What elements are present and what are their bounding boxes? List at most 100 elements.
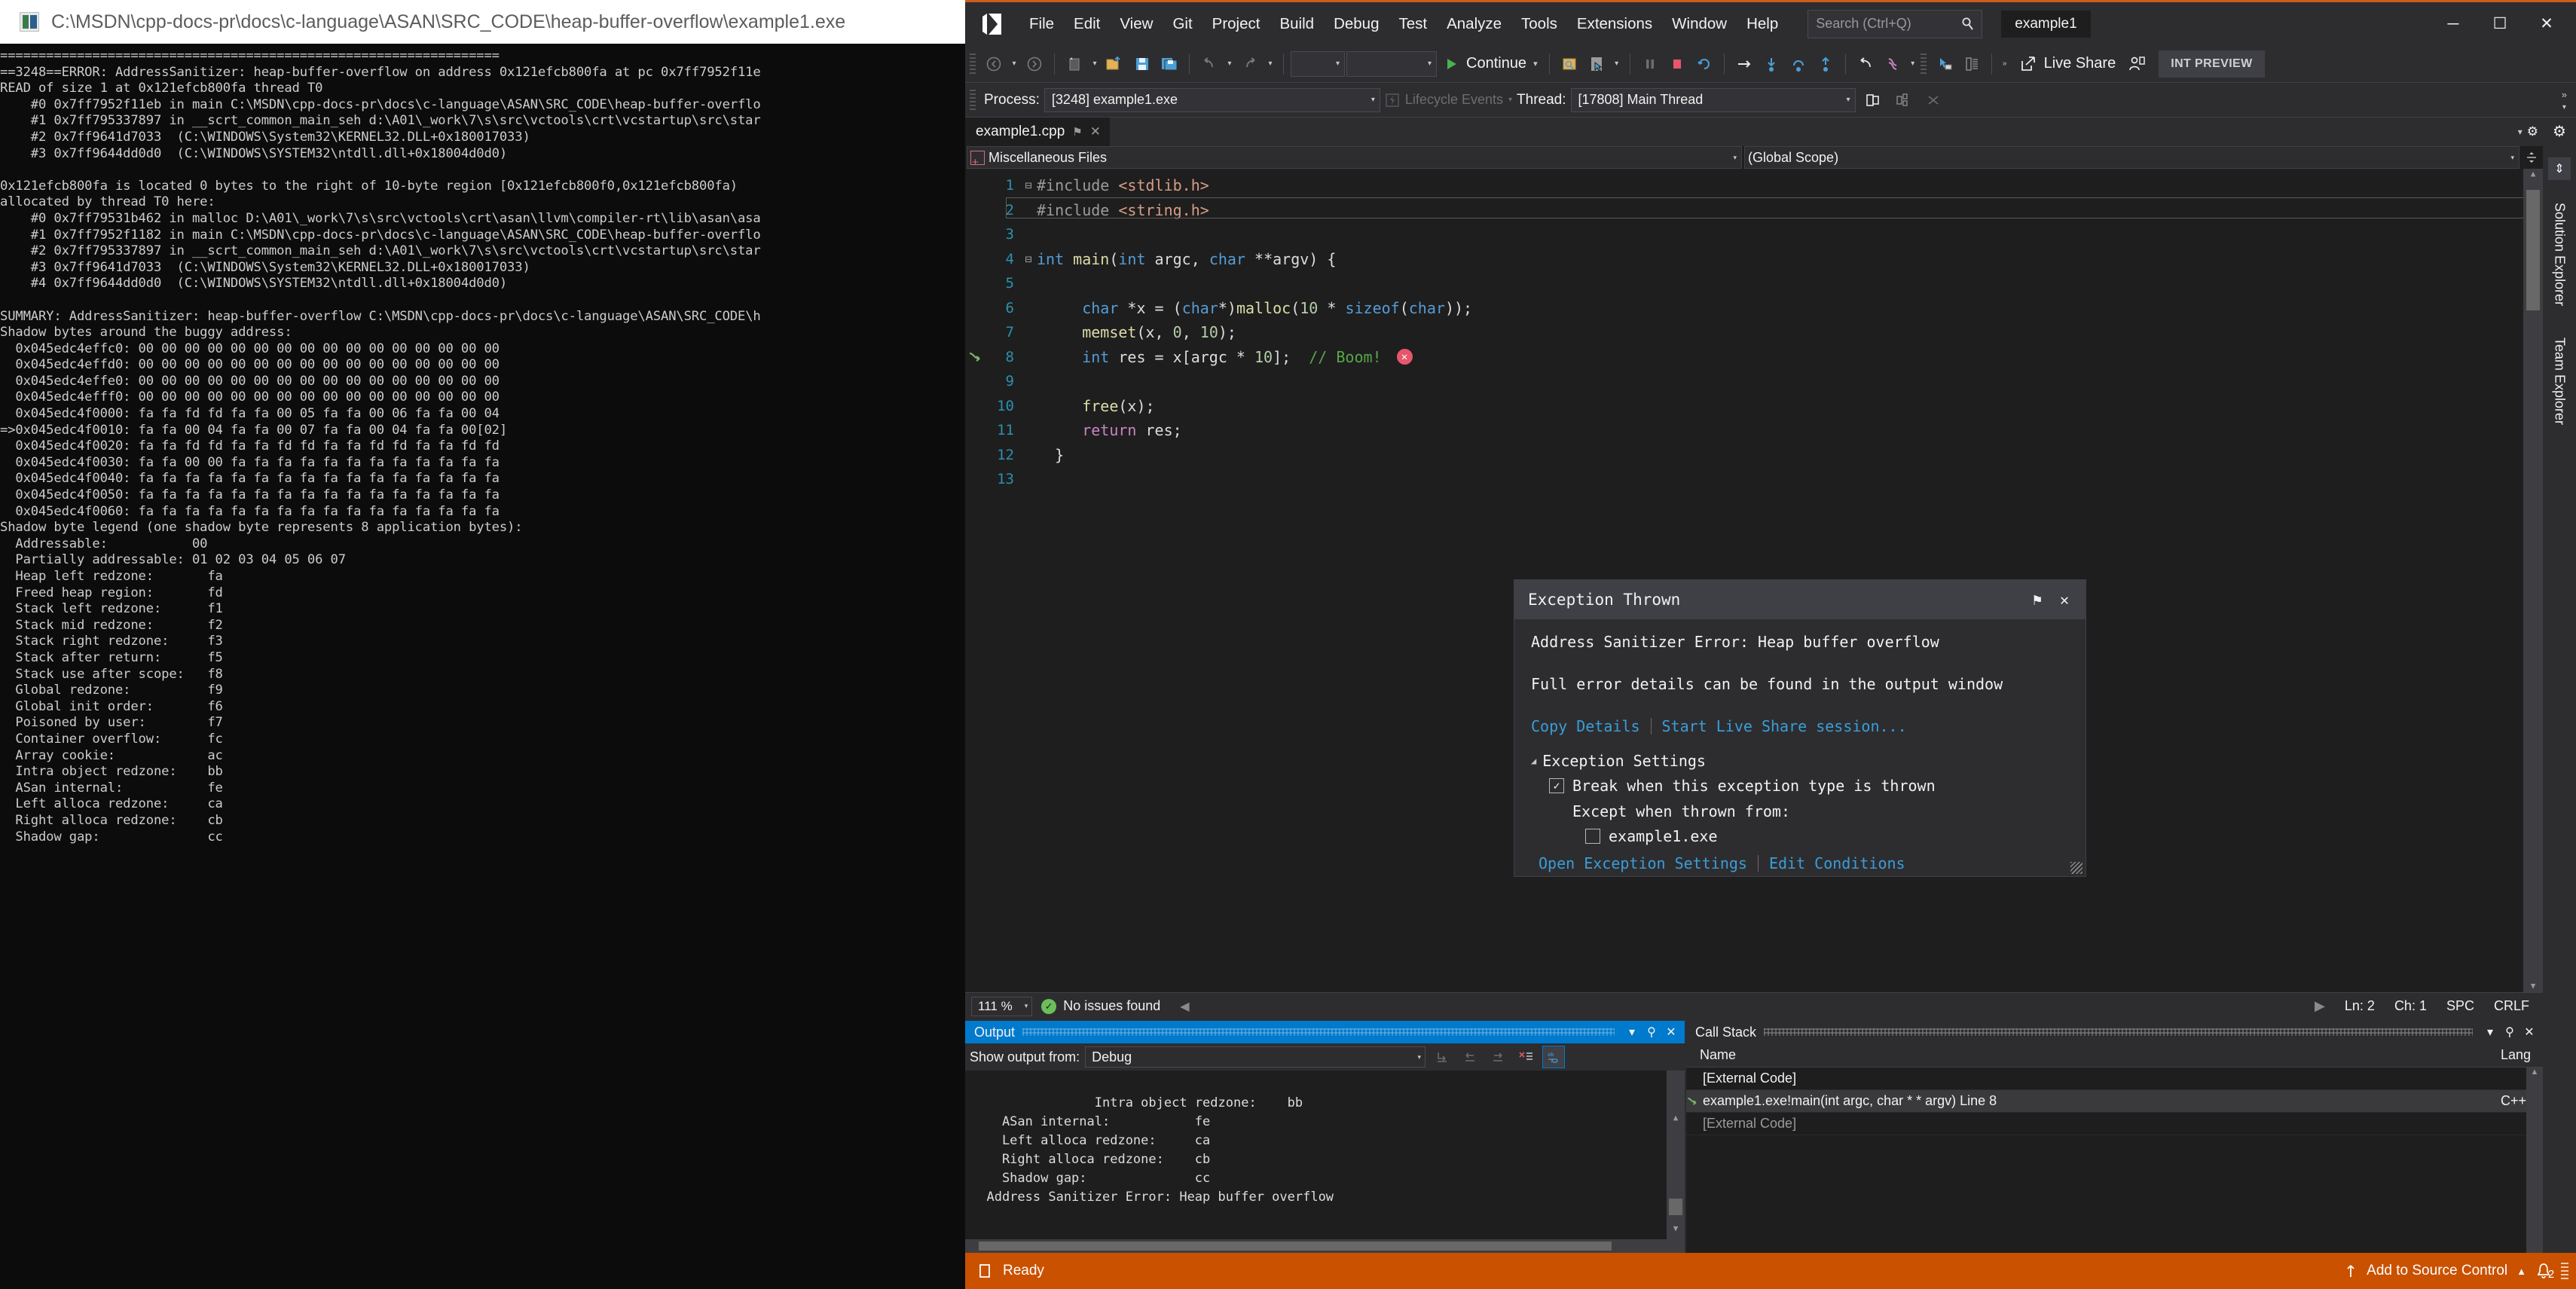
output-vertical-scrollbar[interactable]: ▲ ▼ [1667, 1071, 1685, 1239]
next-issue-icon[interactable]: ▶ [2315, 998, 2325, 1014]
copy-details-link[interactable]: Copy Details [1531, 717, 1640, 735]
previous-issue-icon[interactable]: ◀ [1180, 999, 1189, 1014]
stack-frame-icon[interactable] [1860, 86, 1886, 115]
member-scope-combo[interactable]: (Global Scope) ▾ [1744, 146, 2519, 169]
drag-handle[interactable] [1764, 1028, 2473, 1036]
split-view-icon[interactable] [2522, 146, 2541, 169]
call-stack-table[interactable]: Name Lang [External Code] example1.exe!ma… [1686, 1043, 2543, 1253]
toolbar-grip[interactable] [1920, 53, 1927, 75]
thread-combo[interactable]: [17808] Main Thread ▾ [1570, 87, 1856, 112]
parallel-stacks-icon[interactable] [1890, 86, 1916, 115]
save-icon[interactable] [1129, 50, 1155, 78]
redo-dropdown-icon[interactable]: ▾ [1264, 50, 1276, 78]
chevron-down-icon[interactable]: ▾ [1622, 1022, 1642, 1042]
close-icon[interactable]: ✕ [1090, 124, 1101, 139]
menu-item-window[interactable]: Window [1662, 11, 1737, 38]
menu-item-build[interactable]: Build [1270, 11, 1324, 38]
pin-icon[interactable]: ⚑ [2024, 586, 2051, 613]
lifecycle-events-button[interactable]: Lifecycle Events ▾ [1385, 92, 1512, 108]
new-project-dropdown-icon[interactable]: ▾ [1089, 50, 1101, 78]
navigate-backward-icon[interactable] [981, 50, 1007, 78]
gear-icon[interactable]: ⚙ [2553, 122, 2566, 141]
menu-item-extensions[interactable]: Extensions [1567, 11, 1662, 38]
resize-grip[interactable] [2561, 1263, 2568, 1279]
menu-item-test[interactable]: Test [1389, 11, 1437, 38]
editor-line[interactable]: 13 [965, 467, 2523, 492]
process-combo[interactable]: [3248] example1.exe ▾ [1044, 87, 1380, 112]
toolbar-overflow-chevron-icon[interactable]: » [1999, 50, 2011, 78]
menu-item-tools[interactable]: Tools [1511, 11, 1567, 38]
pin-icon[interactable]: ⚲ [1642, 1022, 1661, 1042]
thread-marker-icon[interactable] [1921, 86, 1946, 115]
call-stack-row[interactable]: [External Code] [1686, 1068, 2543, 1090]
menu-item-view[interactable]: View [1110, 11, 1163, 38]
fold-toggle-icon[interactable]: ⊟ [1020, 252, 1037, 266]
attach-to-process-icon[interactable] [1557, 50, 1582, 78]
zoom-level-combo[interactable]: 111 % ▾ [971, 996, 1033, 1016]
edit-conditions-link[interactable]: Edit Conditions [1769, 854, 1905, 872]
hot-reload-dropdown-icon[interactable]: ▾ [1907, 50, 1919, 78]
menu-item-file[interactable]: File [1019, 11, 1064, 38]
menu-item-debug[interactable]: Debug [1324, 11, 1389, 38]
debug-dropdown-icon[interactable]: ▾ [2562, 103, 2566, 111]
break-when-thrown-row[interactable]: ✓ Break when this exception type is thro… [1549, 777, 2069, 795]
chevron-up-icon[interactable]: ▲ [2516, 1266, 2526, 1277]
close-icon[interactable]: ✕ [1661, 1022, 1681, 1042]
issues-status[interactable]: ✓ No issues found [1041, 998, 1160, 1014]
resize-grip[interactable] [2070, 862, 2082, 874]
toolbar-overflow-icon[interactable]: ▾ [1611, 50, 1623, 78]
editor-line[interactable]: 10 free(x); [965, 394, 2523, 419]
previous-message-icon[interactable] [1459, 1046, 1481, 1068]
solution-platform-combo[interactable]: ▾ [1346, 50, 1437, 77]
code-editor[interactable]: 1 ⊟ #include <stdlib.h> 2 #include <string.h… [965, 169, 2543, 992]
call-stack-row[interactable]: [External Code] [1686, 1113, 2543, 1135]
add-to-source-control-button[interactable]: Add to Source Control [2367, 1263, 2507, 1279]
new-project-icon[interactable] [1062, 50, 1087, 78]
step-out-icon[interactable] [1813, 50, 1838, 78]
editor-line[interactable]: 1 ⊟ #include <stdlib.h> [965, 173, 2523, 198]
show-next-statement-icon[interactable] [1731, 50, 1757, 78]
editor-line[interactable]: 7 memset(x, 0, 10); [965, 320, 2523, 345]
error-marker-icon[interactable]: ✕ [1396, 349, 1413, 365]
pin-icon[interactable]: ⚲ [2500, 1022, 2519, 1042]
show-output-from-combo[interactable]: Debug ▾ [1085, 1046, 1426, 1068]
exe-exclusion-checkbox[interactable] [1585, 829, 1600, 844]
toolbar-grip[interactable] [970, 53, 976, 75]
tab-example1-cpp[interactable]: example1.cpp ⚑ ✕ [965, 118, 1110, 146]
tab-team-explorer[interactable]: Team Explorer [2550, 328, 2569, 434]
project-scope-combo[interactable]: Miscellaneous Files ▾ [967, 146, 1742, 169]
xaml-binding-failures-icon[interactable] [1959, 50, 1985, 78]
menu-item-project[interactable]: Project [1202, 11, 1270, 38]
scrollbar-thumb[interactable] [1669, 1199, 1682, 1215]
hot-reload-icon[interactable] [1880, 50, 1905, 78]
exception-thrown-dialog[interactable]: Exception Thrown ⚑ ✕ Address Sanitizer E… [1514, 579, 2086, 877]
column-header-lang[interactable]: Lang [2501, 1047, 2543, 1063]
output-text-content[interactable]: Intra object redzone: bb ASan internal: … [965, 1071, 1685, 1239]
start-live-share-link[interactable]: Start Live Share session... [1662, 717, 1907, 735]
menu-item-git[interactable]: Git [1163, 11, 1202, 38]
editor-line[interactable]: 5 [965, 271, 2523, 296]
open-exception-settings-link[interactable]: Open Exception Settings [1539, 854, 1747, 872]
navigate-forward-icon[interactable] [1022, 50, 1047, 78]
close-button[interactable]: ✕ [2523, 8, 2570, 40]
menu-item-analyze[interactable]: Analyze [1437, 11, 1511, 38]
scroll-down-icon[interactable]: ▼ [2523, 981, 2543, 991]
solution-configuration-combo[interactable]: ▾ [1291, 50, 1345, 77]
editor-line[interactable]: 9 [965, 369, 2523, 394]
tab-solution-explorer[interactable]: Solution Explorer [2550, 194, 2569, 315]
drag-handle[interactable] [1022, 1028, 1615, 1036]
break-when-thrown-checkbox[interactable]: ✓ [1549, 778, 1564, 793]
select-element-icon[interactable] [1584, 50, 1609, 78]
toggle-word-wrap-icon[interactable]: ab [1542, 1046, 1566, 1068]
break-all-icon[interactable] [1637, 50, 1663, 78]
call-stack-vertical-scrollbar[interactable]: ▲ [2526, 1068, 2543, 1253]
scrollbar-thumb[interactable] [2526, 190, 2540, 310]
save-all-icon[interactable] [1157, 50, 1182, 78]
stop-debugging-icon[interactable] [1664, 50, 1690, 78]
editor-vertical-scrollbar[interactable]: ▲ ▼ [2523, 169, 2543, 992]
chevron-down-icon[interactable]: ▾ [2518, 127, 2523, 137]
editor-line[interactable]: 11 return res; [965, 418, 2523, 443]
exception-settings-header[interactable]: ◢ Exception Settings [1531, 752, 2069, 770]
debug-toolbar-grip[interactable] [970, 89, 976, 111]
account-manager-icon[interactable] [2124, 50, 2150, 78]
